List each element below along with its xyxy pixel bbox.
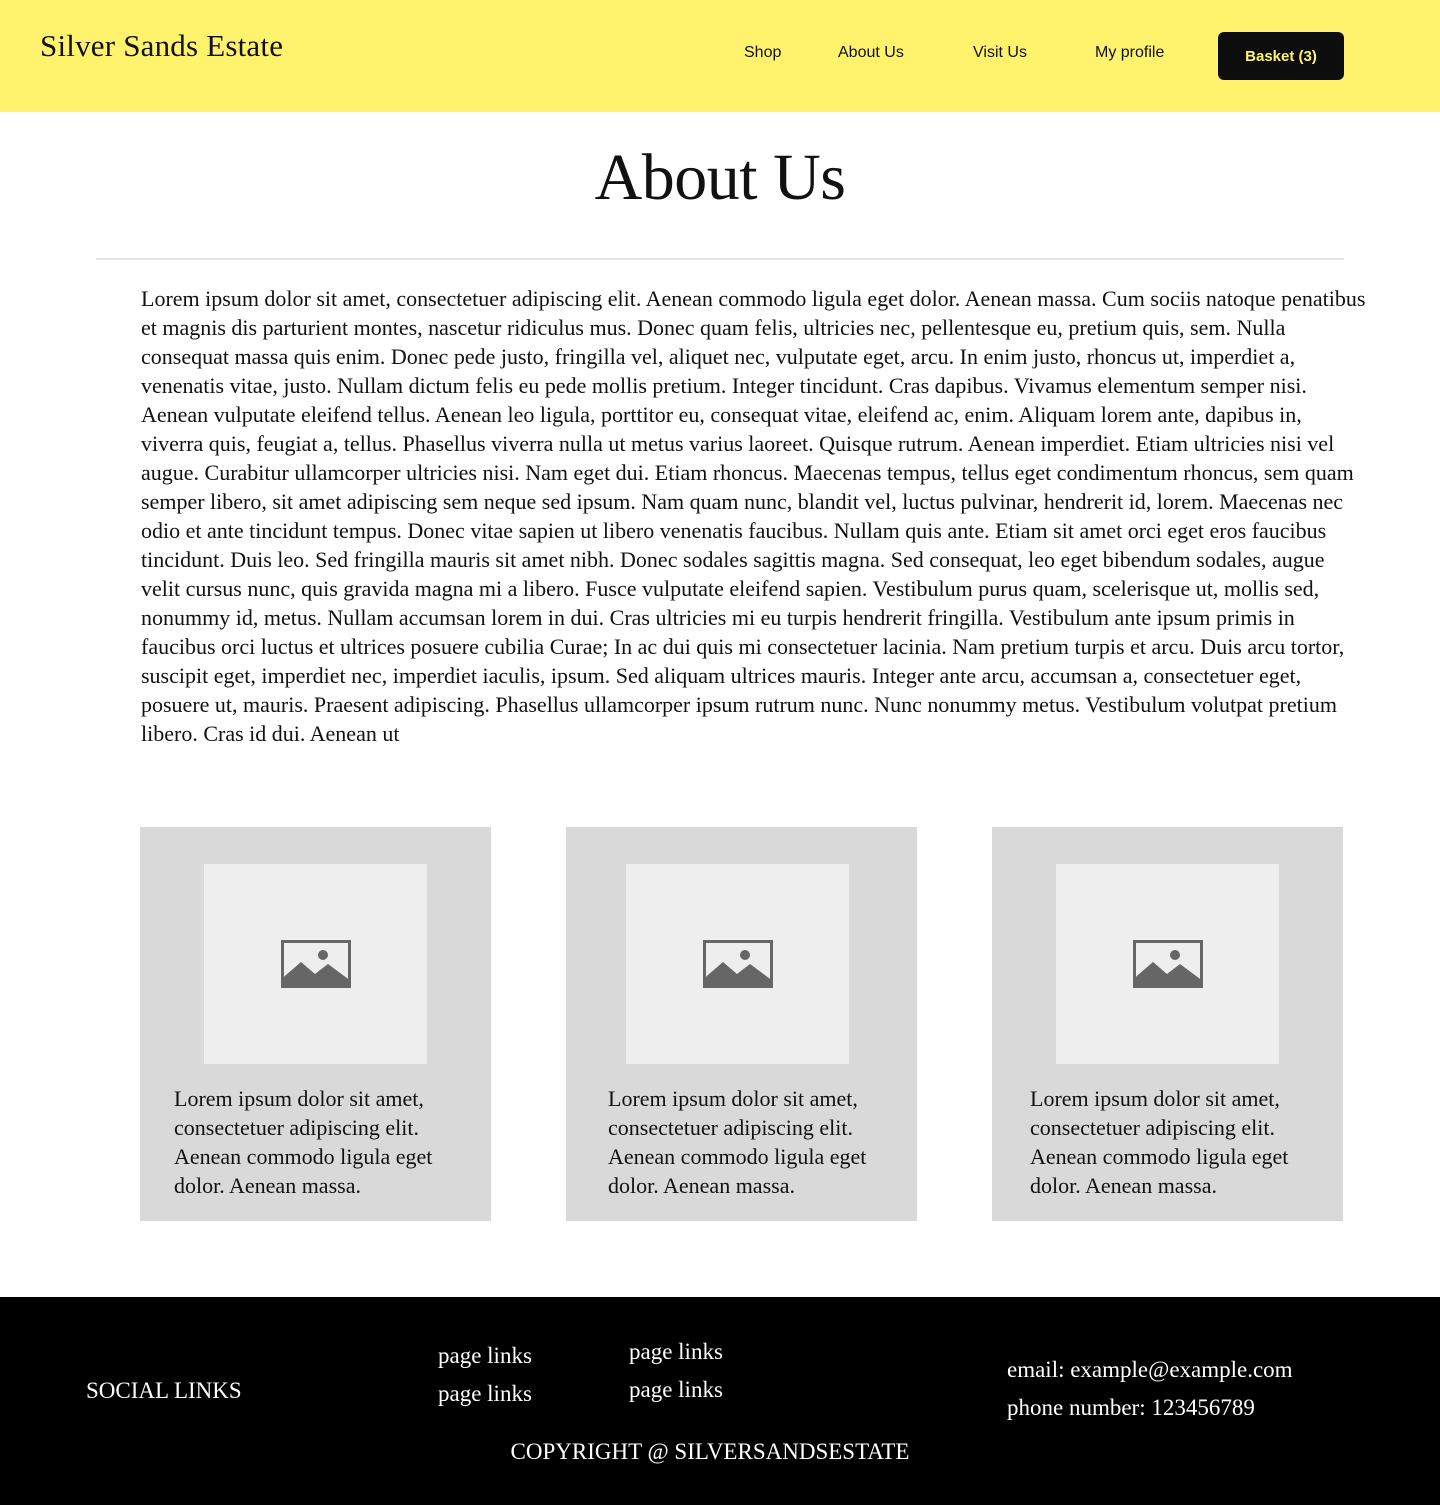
intro-paragraph: Lorem ipsum dolor sit amet, consectetuer… — [141, 286, 1366, 746]
footer-page-link[interactable]: page links — [629, 1339, 723, 1365]
feature-card: Lorem ipsum dolor sit amet, consectetuer… — [140, 827, 491, 1221]
card-image-placeholder — [626, 864, 849, 1064]
card-image-placeholder — [1056, 864, 1279, 1064]
footer-page-link[interactable]: page links — [629, 1377, 723, 1403]
nav-about-link[interactable]: About Us — [838, 44, 904, 62]
card-text: Lorem ipsum dolor sit amet, consectetuer… — [174, 1086, 433, 1198]
social-links[interactable]: SOCIAL LINKS — [86, 1378, 242, 1404]
image-placeholder-icon — [702, 940, 773, 988]
image-placeholder-icon — [280, 940, 351, 988]
brand-logo-text[interactable]: Silver Sands Estate — [40, 28, 283, 64]
nav-profile-link[interactable]: My profile — [1095, 44, 1164, 62]
contact-email: email: example@example.com — [1007, 1357, 1293, 1382]
contact-phone: phone number: 123456789 — [1007, 1395, 1255, 1420]
footer-page-link[interactable]: page links — [438, 1343, 532, 1369]
site-header: Silver Sands Estate Shop About Us Visit … — [0, 0, 1440, 112]
page-title: About Us — [594, 141, 846, 214]
card-image-placeholder — [204, 864, 427, 1064]
feature-card: Lorem ipsum dolor sit amet, consectetuer… — [992, 827, 1343, 1221]
nav-shop-link[interactable]: Shop — [744, 44, 781, 62]
copyright-text: COPYRIGHT @ SILVERSANDSESTATE — [510, 1439, 910, 1464]
card-text: Lorem ipsum dolor sit amet, consectetuer… — [608, 1086, 867, 1198]
footer-page-link[interactable]: page links — [438, 1381, 532, 1407]
title-divider — [96, 258, 1344, 260]
basket-button[interactable]: Basket (3) — [1218, 32, 1344, 80]
nav-visit-link[interactable]: Visit Us — [973, 44, 1027, 62]
image-placeholder-icon — [1132, 940, 1203, 988]
feature-card: Lorem ipsum dolor sit amet, consectetuer… — [566, 827, 917, 1221]
card-text: Lorem ipsum dolor sit amet, consectetuer… — [1030, 1086, 1289, 1198]
site-footer: SOCIAL LINKS page links page links page … — [0, 1297, 1440, 1505]
